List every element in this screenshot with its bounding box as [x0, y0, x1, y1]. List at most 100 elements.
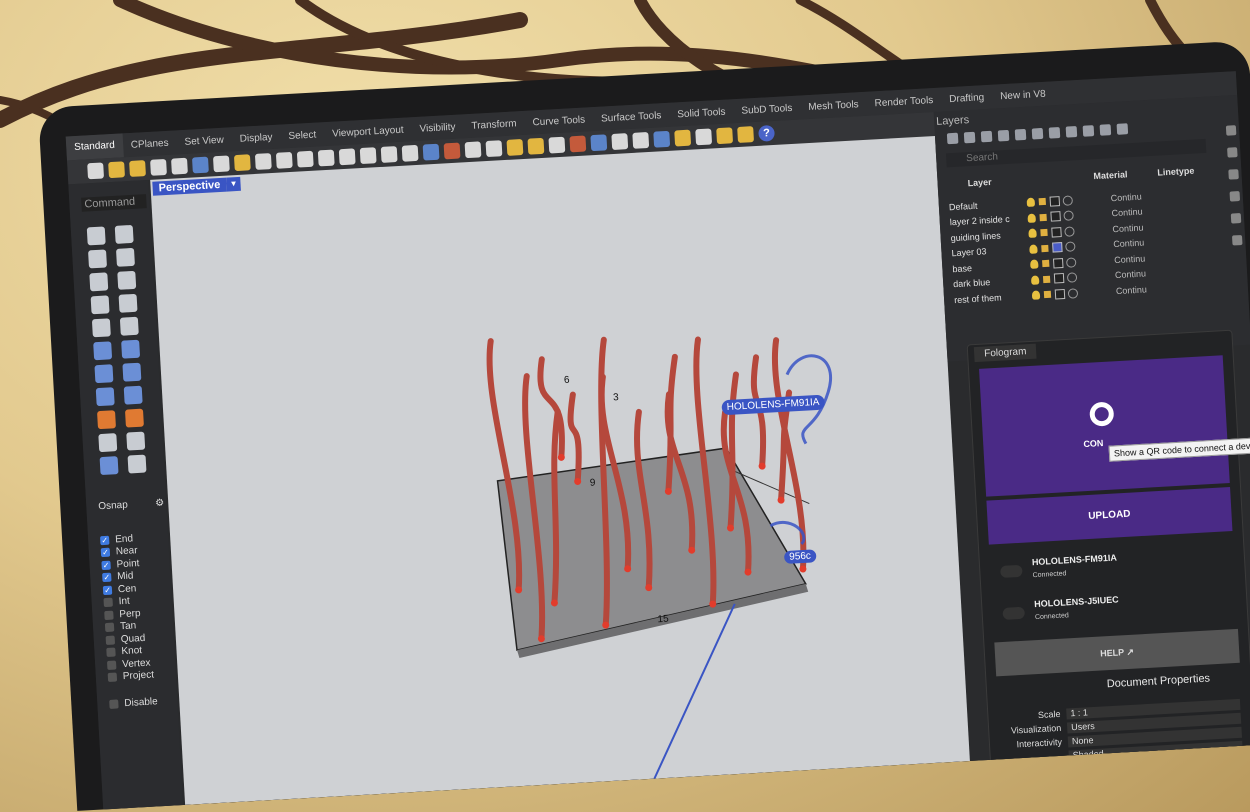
new-sublayer-icon[interactable] — [963, 131, 976, 144]
color-swatch[interactable] — [1051, 226, 1062, 238]
tab-subd-tools[interactable]: SubD Tools — [733, 102, 800, 117]
new-file-icon[interactable] — [87, 162, 105, 180]
material-icon[interactable] — [1063, 210, 1074, 222]
car-icon[interactable] — [443, 142, 461, 160]
mesh-icon[interactable] — [123, 385, 143, 405]
osnap-icon[interactable] — [506, 139, 524, 156]
rectangle-icon[interactable] — [118, 293, 138, 313]
cplane-icon[interactable] — [485, 140, 503, 158]
help-icon[interactable]: ? — [758, 124, 775, 142]
checkbox[interactable] — [104, 622, 115, 633]
polyline-icon[interactable] — [88, 249, 108, 269]
lock-icon[interactable] — [1038, 198, 1046, 206]
move-down-icon[interactable] — [1031, 127, 1044, 140]
library-tab-icon[interactable] — [1231, 234, 1243, 246]
explode-icon[interactable] — [97, 410, 116, 430]
tab-new-in-v8[interactable]: New in V8 — [992, 88, 1054, 102]
ellipse-icon[interactable] — [117, 270, 137, 290]
zoom-icon[interactable] — [317, 149, 335, 167]
chevron-down-icon[interactable]: ▼ — [226, 176, 241, 192]
paste-icon[interactable] — [233, 154, 251, 172]
device-item[interactable]: HOLOLENS-FM91IA Connected — [990, 543, 1236, 591]
checkbox[interactable] — [109, 699, 119, 709]
lock-icon[interactable] — [1039, 213, 1047, 222]
lock-icon[interactable] — [1042, 260, 1050, 268]
properties-tab-icon[interactable] — [1230, 213, 1242, 224]
copy-icon[interactable] — [212, 155, 230, 173]
revolve-icon[interactable] — [121, 339, 141, 359]
new-layer-icon[interactable] — [946, 132, 959, 145]
zoom-selected-icon[interactable] — [380, 146, 398, 163]
layer-icon[interactable] — [569, 135, 587, 153]
tab-mesh-tools[interactable]: Mesh Tools — [800, 98, 867, 113]
fologram-tab[interactable]: Fologram — [973, 343, 1037, 363]
move-left-icon[interactable] — [1048, 126, 1061, 139]
material-icon[interactable] — [1065, 241, 1076, 253]
light-bulb-icon[interactable] — [527, 137, 545, 155]
light-bulb-icon[interactable] — [1026, 197, 1036, 208]
checkbox[interactable] — [106, 660, 117, 670]
pan-hand-icon[interactable] — [275, 151, 293, 169]
curve-icon[interactable] — [115, 247, 135, 267]
options-icon[interactable] — [695, 128, 713, 146]
osnap-disable[interactable]: Disable — [109, 694, 176, 710]
lock-icon[interactable] — [1043, 290, 1052, 299]
command-input[interactable]: Command — [81, 194, 147, 212]
undo-view-icon[interactable] — [401, 144, 419, 162]
list-icon[interactable] — [1099, 124, 1112, 136]
sphere-render-icon[interactable] — [611, 133, 629, 151]
tab-transform[interactable]: Transform — [463, 117, 525, 132]
checkbox[interactable] — [105, 635, 116, 645]
tab-render-tools[interactable]: Render Tools — [866, 94, 941, 109]
array-icon[interactable] — [126, 431, 146, 451]
light-bulb-icon[interactable] — [1030, 259, 1039, 270]
light-bulb-icon[interactable] — [1027, 213, 1036, 223]
print-icon[interactable] — [150, 158, 167, 176]
settings-burst-icon[interactable] — [716, 127, 734, 145]
grid-snap-icon[interactable] — [632, 131, 650, 149]
checkbox[interactable]: ✓ — [102, 585, 113, 595]
gear-icon[interactable]: ⚙ — [155, 498, 165, 509]
checkbox[interactable] — [107, 672, 118, 683]
layers-tab-icon[interactable] — [1228, 169, 1239, 180]
light-bulb-icon[interactable] — [1031, 290, 1041, 301]
material-icon[interactable] — [1062, 195, 1074, 206]
checkbox[interactable]: ✓ — [101, 560, 111, 570]
lock-icon[interactable] — [1040, 229, 1048, 237]
color-swatch[interactable] — [1050, 211, 1061, 222]
polygon-icon[interactable] — [91, 318, 111, 338]
tab-select[interactable]: Select — [280, 129, 324, 142]
extrude-icon[interactable] — [95, 387, 115, 407]
select-arrow-icon[interactable] — [86, 226, 106, 246]
tab-standard[interactable]: Standard — [65, 133, 124, 161]
color-swatch[interactable] — [1053, 273, 1065, 284]
cut-icon[interactable] — [192, 156, 209, 174]
perspective-viewport[interactable]: 6 3 9 15 Perspective ▼ HOLOLENS-FM91IA 9… — [150, 135, 970, 805]
render-sphere-icon[interactable] — [653, 130, 671, 148]
light-bulb-icon[interactable] — [1028, 228, 1037, 239]
layer-filter-icon[interactable] — [997, 129, 1010, 142]
lock-icon[interactable] — [1042, 275, 1051, 283]
delete-layer-icon[interactable] — [980, 130, 993, 143]
undo-icon[interactable] — [254, 153, 272, 170]
help-icon[interactable] — [1116, 123, 1129, 135]
tab-drafting[interactable]: Drafting — [941, 91, 993, 105]
move-icon[interactable] — [98, 433, 118, 453]
surface-icon[interactable] — [93, 341, 113, 361]
rhino-icon[interactable] — [737, 126, 755, 143]
tab-viewport-layout[interactable]: Viewport Layout — [324, 124, 412, 140]
layer-search-input[interactable]: Search — [945, 138, 1207, 168]
open-folder-icon[interactable] — [108, 161, 126, 179]
col-layer[interactable]: Layer — [967, 177, 992, 188]
checkbox[interactable] — [106, 647, 116, 658]
lock-icon[interactable] — [1041, 244, 1049, 252]
material-icon[interactable] — [1067, 287, 1079, 299]
color-wheel-icon[interactable] — [590, 134, 608, 152]
tab-surface-tools[interactable]: Surface Tools — [593, 109, 670, 124]
tab-display[interactable]: Display — [231, 131, 280, 145]
tab-set-view[interactable]: Set View — [176, 134, 232, 148]
fillet-icon[interactable] — [119, 316, 139, 336]
filter-icon[interactable] — [1065, 126, 1078, 138]
3d-model-scene[interactable]: 6 3 9 15 — [150, 136, 970, 805]
arc-icon[interactable] — [90, 295, 110, 315]
